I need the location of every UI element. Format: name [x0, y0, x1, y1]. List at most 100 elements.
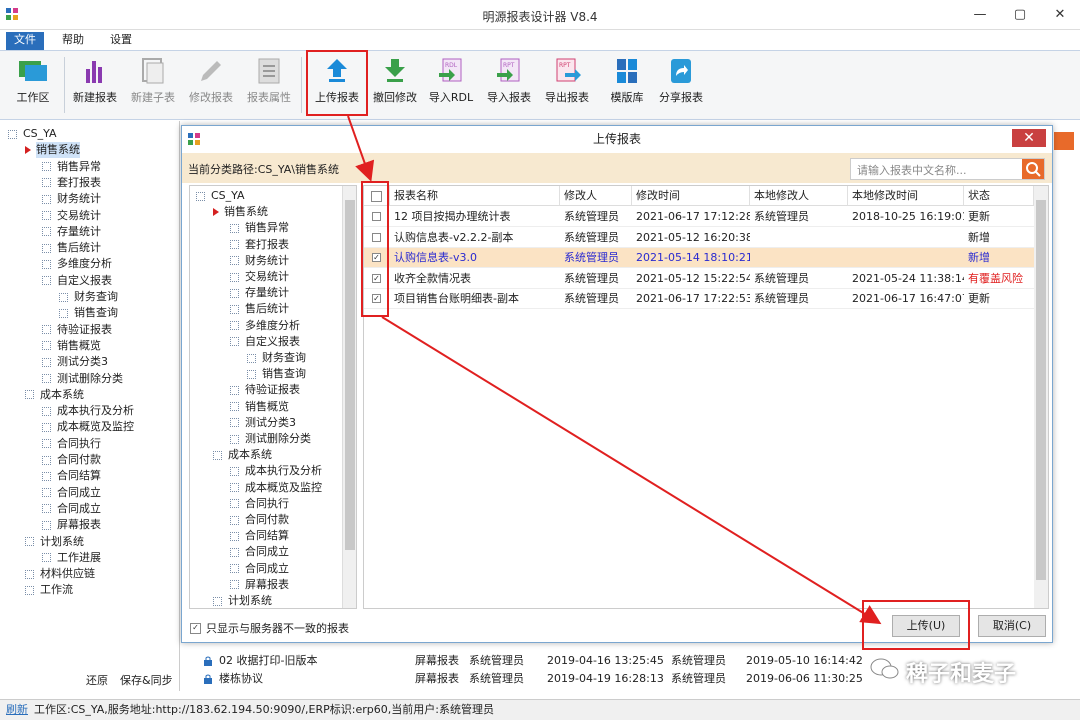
tree-node[interactable]: 材料供应链 [25, 566, 95, 582]
save-sync-button[interactable]: 保存&同步 [120, 672, 173, 688]
tree-node[interactable]: 合同成立 [42, 501, 101, 517]
tree-node[interactable]: 销售概览 [42, 338, 101, 354]
table-row[interactable]: ✓ 认购信息表-v3.0 系统管理员 2021-05-14 18:10:21 新增 [364, 248, 1034, 268]
dialog-tree-node[interactable]: 测试分类3 [230, 415, 296, 431]
close-window-button[interactable]: ✕ [1040, 0, 1080, 30]
menu-settings[interactable]: 设置 [102, 32, 140, 50]
tree-node[interactable]: 成本系统 [25, 387, 84, 403]
tree-node[interactable]: 销售系统 [25, 142, 80, 159]
tree-node[interactable]: 合同执行 [42, 436, 101, 452]
tree-node[interactable]: 计划系统 [25, 534, 84, 550]
template-library-button[interactable]: 模版库 [598, 55, 656, 115]
dialog-tree-node[interactable]: 合同结算 [230, 528, 289, 544]
export-report-button[interactable]: RPT 导出报表 [538, 55, 596, 115]
grid-scrollbar[interactable] [1034, 186, 1048, 608]
tree-node[interactable]: 自定义报表 [42, 273, 112, 289]
cancel-button[interactable]: 取消(C) [978, 615, 1046, 637]
tree-node[interactable]: 工作进展 [42, 550, 101, 566]
dialog-tree-node[interactable]: 合同付款 [230, 512, 289, 528]
dialog-tree-node[interactable]: 套打报表 [230, 237, 289, 253]
workspace-button[interactable]: 工作区 [4, 55, 62, 115]
table-row[interactable]: 12 项目按揭办理统计表 系统管理员 2021-06-17 17:12:28 系统管理… [364, 207, 1034, 227]
tree-node[interactable]: 存量统计 [42, 224, 101, 240]
tree-node[interactable]: 交易统计 [42, 208, 101, 224]
edit-report-button[interactable]: 修改报表 [182, 55, 240, 115]
new-report-button[interactable]: 新建报表 [66, 55, 124, 115]
report-search-input[interactable]: 请输入报表中文名称... [850, 158, 1045, 180]
table-row[interactable]: ✓ 收齐全款情况表 系统管理员 2021-05-12 15:22:54 系统管理员 202… [364, 269, 1034, 289]
dialog-tree-node[interactable]: 计划系统 [213, 593, 272, 608]
tree-node[interactable]: 合同付款 [42, 452, 101, 468]
tree-node[interactable]: 成本执行及分析 [42, 403, 134, 419]
menu-file[interactable]: 文件 [6, 32, 44, 50]
dialog-tree-node[interactable]: 待验证报表 [230, 382, 300, 398]
dialog-tree-node[interactable]: 财务统计 [230, 253, 289, 269]
dialog-close-button[interactable]: ✕ [1012, 129, 1046, 147]
tree-node[interactable]: 测试分类3 [42, 354, 108, 370]
dialog-tree-node[interactable]: 售后统计 [230, 301, 289, 317]
menu-help[interactable]: 帮助 [54, 32, 92, 50]
tree-node[interactable]: 测试删除分类 [42, 371, 123, 387]
column-header-local-modifier[interactable]: 本地修改人 [750, 186, 848, 206]
dialog-tree-node[interactable]: 测试删除分类 [230, 431, 311, 447]
minimize-button[interactable]: — [960, 0, 1000, 30]
report-properties-button[interactable]: 报表属性 [240, 55, 298, 115]
import-rdl-button[interactable]: RDL 导入RDL [422, 55, 480, 115]
tree-node[interactable]: 财务查询 [59, 289, 118, 305]
tree-node[interactable]: CS_YA [8, 126, 57, 142]
import-report-button[interactable]: RPT 导入报表 [480, 55, 538, 115]
tree-node[interactable]: 财务统计 [42, 191, 101, 207]
dialog-tree-node[interactable]: 成本执行及分析 [230, 463, 322, 479]
tree-node[interactable]: 售后统计 [42, 240, 101, 256]
tree-scroll-thumb[interactable] [345, 200, 355, 550]
tree-node[interactable]: 销售异常 [42, 159, 101, 175]
refresh-link[interactable]: 刷新 [6, 700, 28, 720]
table-row[interactable]: 02 收据打印-旧版本 屏幕报表 系统管理员 2019-04-16 13:25:… [181, 652, 871, 670]
tree-node[interactable]: 合同结算 [42, 468, 101, 484]
dialog-tree-node[interactable]: 财务查询 [247, 350, 306, 366]
dialog-tree-node[interactable]: 自定义报表 [230, 334, 300, 350]
tree-node[interactable]: 多维度分析 [42, 256, 112, 272]
column-header-status[interactable]: 状态 [964, 186, 1034, 206]
tree-node[interactable]: 销售查询 [59, 305, 118, 321]
dialog-tree-node[interactable]: 成本概览及监控 [230, 480, 322, 496]
tree-node[interactable]: 待验证报表 [42, 322, 112, 338]
tree-node[interactable]: 成本概览及监控 [42, 419, 134, 435]
column-header-modified[interactable]: 修改时间 [632, 186, 750, 206]
dialog-tree-node[interactable]: 成本系统 [213, 447, 272, 463]
table-row[interactable]: 认购信息表-v2.2.2-副本 系统管理员 2021-05-12 16:20:38 新… [364, 228, 1034, 248]
revoke-changes-button[interactable]: 撤回修改 [366, 55, 424, 115]
table-row[interactable]: 楼栋协议 屏幕报表 系统管理员 2019-04-19 16:28:13 系统管理… [181, 670, 871, 684]
column-header-modifier[interactable]: 修改人 [560, 186, 632, 206]
restore-button[interactable]: 还原 [86, 672, 108, 688]
main-search-button[interactable] [1054, 132, 1074, 150]
table-row[interactable]: ✓ 项目销售台账明细表-副本 系统管理员 2021-06-17 17:22:53 系统管… [364, 289, 1034, 309]
dialog-tree-node[interactable]: 合同执行 [230, 496, 289, 512]
dialog-tree-node[interactable]: 交易统计 [230, 269, 289, 285]
column-header-name[interactable]: 报表名称 [390, 186, 560, 206]
only-diff-checkbox[interactable]: ✓ [190, 622, 201, 634]
tree-scrollbar[interactable] [342, 186, 356, 608]
dialog-tree-node[interactable]: 销售异常 [230, 220, 289, 236]
tree-node[interactable]: 屏幕报表 [42, 517, 101, 533]
share-report-button[interactable]: 分享报表 [652, 55, 710, 115]
dialog-tree-node[interactable]: 合同成立 [230, 544, 289, 560]
dialog-tree-node[interactable]: CS_YA [196, 188, 245, 204]
grid-scroll-thumb[interactable] [1036, 200, 1046, 580]
new-subtable-button[interactable]: 新建子表 [124, 55, 182, 115]
tree-node-icon [42, 194, 51, 204]
maximize-button[interactable]: ▢ [1000, 0, 1040, 30]
tree-node[interactable]: 工作流 [25, 582, 73, 598]
dialog-tree-node[interactable]: 屏幕报表 [230, 577, 289, 593]
search-button[interactable] [1022, 159, 1044, 179]
dialog-tree-node[interactable]: 存量统计 [230, 285, 289, 301]
dialog-tree-node[interactable]: 销售查询 [247, 366, 306, 382]
tree-node[interactable]: 套打报表 [42, 175, 101, 191]
dialog-tree-node[interactable]: 销售系统 [213, 204, 268, 220]
dialog-tree-node[interactable]: 销售概览 [230, 399, 289, 415]
tree-node[interactable]: 合同成立 [42, 485, 101, 501]
dialog-tree-node[interactable]: 合同成立 [230, 561, 289, 577]
column-header-local-modified[interactable]: 本地修改时间 [848, 186, 964, 206]
dialog-tree-node[interactable]: 多维度分析 [230, 318, 300, 334]
only-diff-option[interactable]: ✓ 只显示与服务器不一致的报表 [190, 620, 349, 636]
